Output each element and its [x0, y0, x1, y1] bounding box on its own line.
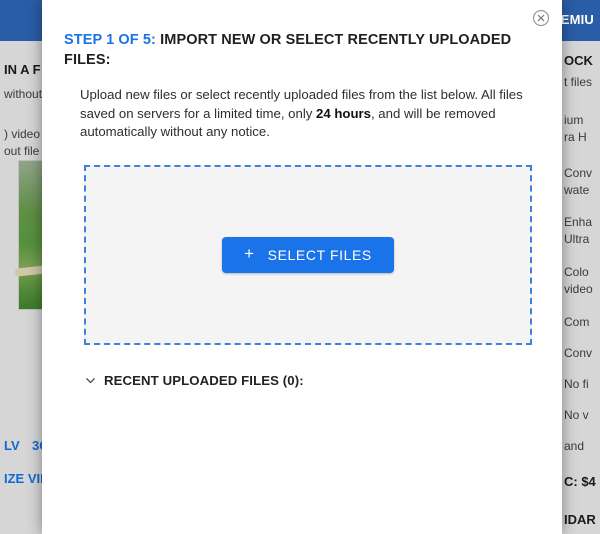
plus-icon: +: [244, 244, 255, 263]
modal-description: Upload new files or select recently uplo…: [80, 86, 540, 142]
description-highlight: 24 hours: [316, 105, 371, 121]
close-circle-icon[interactable]: [532, 9, 550, 27]
background-right-text-10: Com: [564, 315, 590, 329]
background-right-text-8: Colo: [564, 265, 589, 279]
background-right-text-14: and: [564, 439, 585, 453]
background-left-text-0: IN A F: [4, 62, 41, 77]
background-right-text-13: No v: [564, 408, 589, 422]
background-right-text-5: wate: [564, 183, 590, 197]
background-right-text-3: ra H: [564, 130, 587, 144]
background-right-text-4: Conv: [564, 166, 593, 180]
background-right-text-11: Conv: [564, 346, 593, 360]
background-link-0[interactable]: LV: [4, 438, 20, 453]
background-right-text-7: Ultra: [564, 232, 590, 246]
step-counter: STEP 1 OF 5:: [64, 32, 156, 48]
file-dropzone[interactable]: + SELECT FILES: [84, 164, 532, 345]
background-right-column: OCK t files ium ra H Conv wate Enha Ultra Colo vi…: [556, 41, 600, 534]
modal-step-title: STEP 1 OF 5: IMPORT NEW OR SELECT RECENT…: [64, 30, 540, 70]
select-files-button[interactable]: + SELECT FILES: [222, 236, 394, 273]
background-right-text-6: Enha: [564, 215, 593, 229]
background-left-text-2: ) video: [4, 127, 41, 141]
background-right-text-2: ium: [564, 113, 584, 127]
background-right-text-1: t files: [564, 75, 593, 89]
background-left-text-3: out file: [4, 144, 40, 158]
background-right-text-12: No fi: [564, 377, 589, 391]
recent-uploaded-files-label: RECENT UPLOADED FILES (0):: [104, 372, 304, 388]
background-left-text-1: without: [4, 87, 43, 101]
background-link-2[interactable]: IZE VID: [4, 471, 46, 486]
select-files-label: SELECT FILES: [267, 246, 372, 263]
background-right-text-15: C: $4: [564, 474, 596, 489]
recent-uploaded-files-toggle[interactable]: RECENT UPLOADED FILES (0):: [85, 373, 304, 388]
background-right-text-16: IDAR: [564, 512, 596, 527]
background-right-text-0: OCK: [564, 53, 593, 68]
import-files-modal: STEP 1 OF 5: IMPORT NEW OR SELECT RECENT…: [42, 0, 562, 534]
background-right-text-9: video: [564, 282, 593, 296]
chevron-down-icon: [85, 375, 96, 386]
